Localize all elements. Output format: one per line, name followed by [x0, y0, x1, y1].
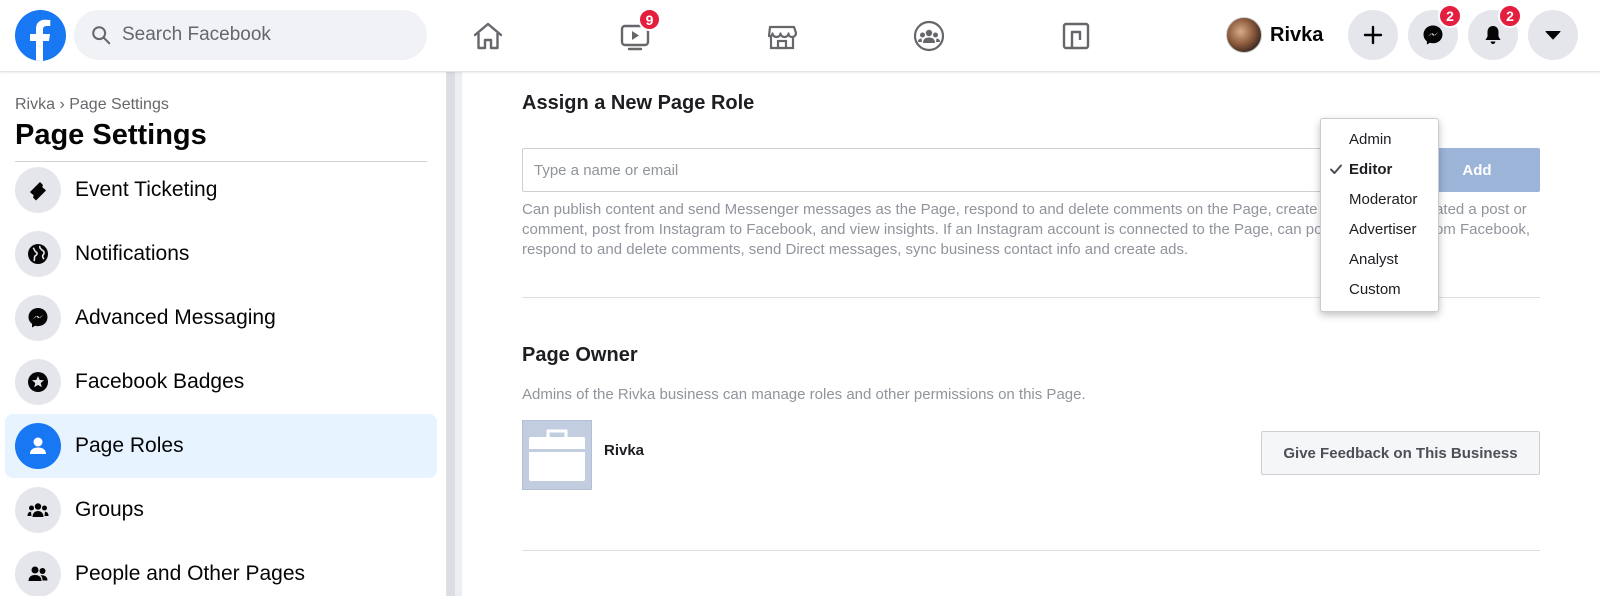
profile-shortcut[interactable]: Rivka [1226, 12, 1323, 58]
role-option-custom[interactable]: Custom [1321, 274, 1438, 304]
sidebar-item-groups[interactable]: Groups [5, 478, 437, 542]
groups-tab[interactable] [899, 12, 959, 60]
profile-name: Rivka [1270, 23, 1324, 46]
account-menu-button[interactable] [1528, 10, 1578, 60]
role-option-label: Admin [1349, 130, 1392, 148]
scrollbar-thumb[interactable] [447, 72, 455, 596]
role-option-admin[interactable]: Admin [1321, 124, 1438, 154]
caret-down-icon [1545, 31, 1561, 40]
role-option-editor[interactable]: Editor [1321, 154, 1438, 184]
sidebar-item-page-roles[interactable]: Page Roles [5, 414, 437, 478]
page-owner-description: Admins of the Rivka business can manage … [522, 386, 1086, 403]
search-bar[interactable] [74, 10, 427, 60]
pages-flag-icon [1062, 22, 1090, 50]
search-input[interactable] [122, 24, 402, 46]
globe-icon [15, 231, 61, 277]
watch-notification-badge: 9 [638, 8, 661, 31]
role-option-label: Editor [1349, 160, 1393, 178]
home-tab[interactable] [458, 12, 518, 60]
role-option-label: Advertiser [1349, 220, 1417, 238]
facebook-logo-icon[interactable] [15, 10, 66, 61]
role-option-label: Analyst [1349, 250, 1399, 268]
top-navigation-bar: 9 Rivka [0, 0, 1600, 72]
role-dropdown-menu[interactable]: Admin Editor Moderator Advertiser Analys… [1320, 118, 1439, 312]
bell-icon [1485, 26, 1501, 44]
role-option-label: Custom [1349, 280, 1401, 298]
section-divider [522, 550, 1540, 551]
sidebar-item-label: Event Ticketing [75, 178, 218, 201]
people-icon [15, 551, 61, 596]
role-option-analyst[interactable]: Analyst [1321, 244, 1438, 274]
role-option-label: Moderator [1349, 190, 1418, 208]
business-briefcase-icon [522, 420, 592, 490]
sidebar-item-label: Page Roles [75, 434, 184, 457]
marketplace-tab[interactable] [752, 12, 812, 60]
sidebar-item-label: Notifications [75, 242, 190, 265]
name-or-email-input[interactable] [522, 148, 1422, 192]
home-icon [473, 22, 503, 50]
watch-tab[interactable]: 9 [605, 8, 665, 60]
ticket-icon [15, 167, 61, 213]
sidebar-scrollbar[interactable] [446, 72, 462, 596]
search-icon [92, 26, 111, 45]
star-badge-icon [15, 359, 61, 405]
avatar [1226, 17, 1262, 53]
person-icon [15, 423, 61, 469]
sidebar-item-people-and-other-pages[interactable]: People and Other Pages [5, 542, 437, 596]
page-owner-title: Page Owner [522, 344, 638, 366]
sidebar-item-label: Facebook Badges [75, 370, 245, 393]
marketplace-store-icon [767, 25, 798, 50]
sidebar-item-label: Groups [75, 498, 144, 521]
role-option-moderator[interactable]: Moderator [1321, 184, 1438, 214]
gaming-tab[interactable] [1046, 12, 1106, 60]
page-title: Page Settings [15, 119, 207, 151]
sidebar-item-notifications[interactable]: Notifications [5, 222, 437, 286]
assign-role-title: Assign a New Page Role [522, 92, 755, 114]
checkmark-icon [1330, 164, 1342, 174]
messenger-notification-badge: 2 [1438, 4, 1462, 28]
messenger-icon [15, 295, 61, 341]
business-name[interactable]: Rivka [604, 442, 644, 459]
groups-icon [913, 20, 945, 52]
notifications-badge: 2 [1498, 4, 1522, 28]
notifications-button[interactable]: 2 [1468, 4, 1522, 60]
create-button[interactable] [1348, 10, 1398, 60]
sidebar-item-label: People and Other Pages [75, 562, 305, 585]
sidebar-item-event-ticketing[interactable]: Event Ticketing [5, 158, 437, 222]
messenger-button[interactable]: 2 [1408, 4, 1462, 60]
messenger-icon [1423, 25, 1443, 45]
breadcrumb[interactable]: Rivka › Page Settings [15, 96, 169, 114]
sidebar-item-advanced-messaging[interactable]: Advanced Messaging [5, 286, 437, 350]
give-feedback-button[interactable]: Give Feedback on This Business [1261, 431, 1540, 475]
sidebar-item-facebook-badges[interactable]: Facebook Badges [5, 350, 437, 414]
plus-icon [1363, 25, 1383, 45]
sidebar-item-label: Advanced Messaging [75, 306, 276, 329]
settings-sidebar: Rivka › Page Settings Page Settings Even… [0, 72, 440, 596]
role-option-advertiser[interactable]: Advertiser [1321, 214, 1438, 244]
groups-icon [15, 487, 61, 533]
